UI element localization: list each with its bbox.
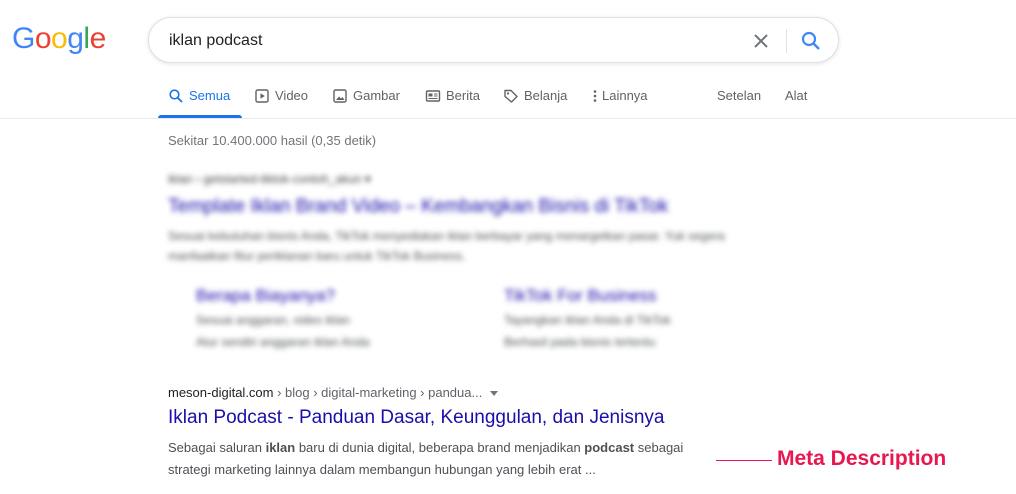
tab-belanja[interactable]: Belanja bbox=[503, 82, 567, 118]
tab-label: Video bbox=[275, 88, 309, 103]
search-icon bbox=[169, 89, 183, 103]
tab-berita[interactable]: Berita bbox=[425, 82, 480, 118]
result-stats: Sekitar 10.400.000 hasil (0,35 detik) bbox=[168, 133, 377, 148]
snippet-text: baru di dunia digital, beberapa brand me… bbox=[295, 440, 585, 455]
close-icon bbox=[754, 34, 768, 48]
chevron-down-icon[interactable] bbox=[490, 391, 499, 397]
logo-letter: g bbox=[67, 22, 84, 55]
tab-label: Berita bbox=[446, 88, 480, 103]
logo-letter: G bbox=[12, 22, 35, 55]
tab-label: Belanja bbox=[524, 88, 568, 103]
snippet-text: Sebagai saluran bbox=[168, 440, 266, 455]
blurred-sitelink-line: Berhasil pada bisnis tertentu bbox=[504, 335, 656, 349]
blurred-sitelink-line: Tayangkan iklan Anda di TikTok bbox=[504, 313, 671, 327]
result-url[interactable]: meson-digital.com › blog › digital-marke… bbox=[168, 385, 499, 400]
tools-link[interactable]: Alat bbox=[785, 82, 807, 118]
snippet-highlight: podcast bbox=[584, 440, 635, 455]
clear-search-button[interactable] bbox=[749, 29, 773, 53]
tab-label: Semua bbox=[189, 88, 231, 103]
blurred-sitelink-line: Atur sendiri anggaran iklan Anda bbox=[196, 335, 370, 349]
video-icon bbox=[255, 89, 269, 103]
result-breadcrumb: › blog › digital-marketing › pandua... bbox=[273, 385, 483, 400]
blurred-sitelink-title[interactable]: TikTok For Business bbox=[504, 286, 656, 306]
blurred-result-snippet: Sesuai kebutuhan bisnis Anda, TikTok men… bbox=[168, 229, 725, 263]
tab-lainnya[interactable]: Lainnya bbox=[591, 82, 648, 118]
result-meta-description: Sebagai saluran iklan baru di dunia digi… bbox=[168, 437, 728, 481]
annotation-label: Meta Description bbox=[777, 447, 947, 470]
tab-semua[interactable]: Semua bbox=[158, 82, 242, 118]
logo-letter: o bbox=[34, 22, 52, 55]
logo-letter: e bbox=[89, 22, 107, 55]
google-logo[interactable]: Google bbox=[12, 22, 106, 56]
tag-icon bbox=[504, 89, 518, 103]
search-box bbox=[148, 17, 839, 63]
result-domain: meson-digital.com bbox=[168, 385, 274, 400]
result-title-link[interactable]: Iklan Podcast - Panduan Dasar, Keunggula… bbox=[168, 407, 664, 429]
tabs-divider bbox=[0, 118, 1016, 119]
search-button[interactable] bbox=[799, 29, 823, 53]
tools-label: Alat bbox=[785, 88, 808, 103]
snippet-highlight: iklan bbox=[265, 440, 296, 455]
blurred-result-title[interactable]: Template Iklan Brand Video – Kembangkan … bbox=[168, 196, 668, 218]
search-input[interactable] bbox=[169, 30, 729, 52]
tab-label: Lainnya bbox=[602, 88, 648, 103]
settings-link[interactable]: Setelan bbox=[717, 82, 761, 118]
tab-video[interactable]: Video bbox=[254, 82, 308, 118]
search-divider bbox=[786, 29, 787, 53]
annotation-line bbox=[716, 460, 772, 461]
blurred-sitelink-line: Sesuai anggaran, video iklan bbox=[196, 313, 351, 327]
more-vert-icon bbox=[593, 90, 597, 102]
settings-label: Setelan bbox=[717, 88, 762, 103]
image-icon bbox=[333, 89, 347, 103]
blurred-sitelink-title[interactable]: Berapa Biayanya? bbox=[196, 286, 335, 306]
blurred-result-url: iklan › getstarted-tiktok-contoh_akun ▾ bbox=[168, 172, 371, 186]
tab-gambar[interactable]: Gambar bbox=[332, 82, 400, 118]
tab-label: Gambar bbox=[353, 88, 400, 103]
search-icon bbox=[801, 31, 820, 50]
logo-letter: o bbox=[51, 22, 68, 55]
news-icon bbox=[425, 90, 441, 102]
